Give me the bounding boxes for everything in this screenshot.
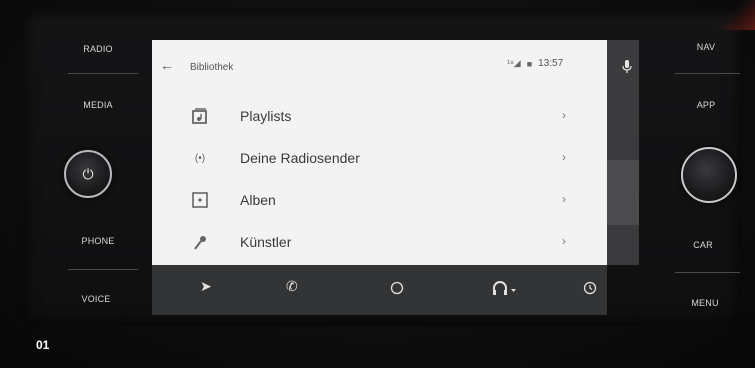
list-item-label: Deine Radiosender <box>240 150 360 166</box>
list-item-playlists[interactable]: Playlists › <box>152 96 607 136</box>
status-bar: ¹⁸◢ ■ 13:57 <box>507 58 563 69</box>
list-item-artists[interactable]: Künstler › <box>152 222 607 262</box>
chevron-right-icon: › <box>562 150 566 164</box>
list-item-albums[interactable]: Alben › <box>152 180 607 220</box>
car-head-unit: RADIO MEDIA ⏻ PHONE VOICE NAV APP CAR ME… <box>0 0 755 368</box>
dashboard-trim <box>715 0 755 30</box>
artist-icon <box>194 236 206 250</box>
headphones-icon[interactable] <box>492 280 518 296</box>
radio-button[interactable]: RADIO <box>83 44 113 54</box>
back-arrow-icon[interactable]: ← <box>160 58 174 72</box>
power-icon: ⏻ <box>82 166 94 182</box>
divider <box>675 73 740 74</box>
list-item-label: Künstler <box>240 234 292 250</box>
microphone-icon[interactable] <box>622 60 632 74</box>
clock: 13:57 <box>538 58 564 69</box>
nav-button[interactable]: NAV <box>697 42 715 52</box>
list-item-label: Alben <box>240 192 276 208</box>
phone-button[interactable]: PHONE <box>81 236 114 246</box>
menu-button[interactable]: MENU <box>691 298 718 308</box>
list-item-label: Playlists <box>240 108 292 124</box>
divider <box>68 269 138 270</box>
chevron-right-icon: › <box>562 192 566 206</box>
power-volume-knob[interactable]: ⏻ <box>64 150 112 198</box>
radio-icon: (•) <box>194 152 206 164</box>
tune-scroll-knob[interactable] <box>681 147 737 203</box>
album-icon <box>192 192 208 208</box>
bottom-nav-bar: ➤ ✆ <box>152 265 607 315</box>
top-bar: ← Bibliothek ¹⁸◢ ■ 13:57 <box>152 40 607 94</box>
divider <box>68 73 138 74</box>
battery-icon: ■ <box>526 58 533 69</box>
chevron-right-icon: › <box>562 108 566 122</box>
signal-icon: ¹⁸◢ <box>507 58 521 68</box>
voice-button[interactable]: VOICE <box>81 294 110 304</box>
recent-icon[interactable] <box>583 281 597 295</box>
car-button[interactable]: CAR <box>693 240 713 250</box>
divider <box>675 272 740 273</box>
media-button[interactable]: MEDIA <box>83 100 113 110</box>
app-button[interactable]: APP <box>697 100 716 110</box>
list-item-radio-stations[interactable]: (•) Deine Radiosender › <box>152 138 607 178</box>
android-auto-screen: ← Bibliothek ¹⁸◢ ■ 13:57 Playlists › (•)… <box>152 40 607 265</box>
home-icon[interactable] <box>390 281 404 295</box>
navigation-icon[interactable]: ➤ <box>200 279 212 293</box>
playlist-icon <box>192 108 207 124</box>
side-panel-lower <box>607 160 639 225</box>
page-title: Bibliothek <box>190 62 234 73</box>
phone-icon[interactable]: ✆ <box>286 279 298 293</box>
chevron-right-icon: › <box>562 234 566 248</box>
figure-label: 01 <box>36 338 50 352</box>
